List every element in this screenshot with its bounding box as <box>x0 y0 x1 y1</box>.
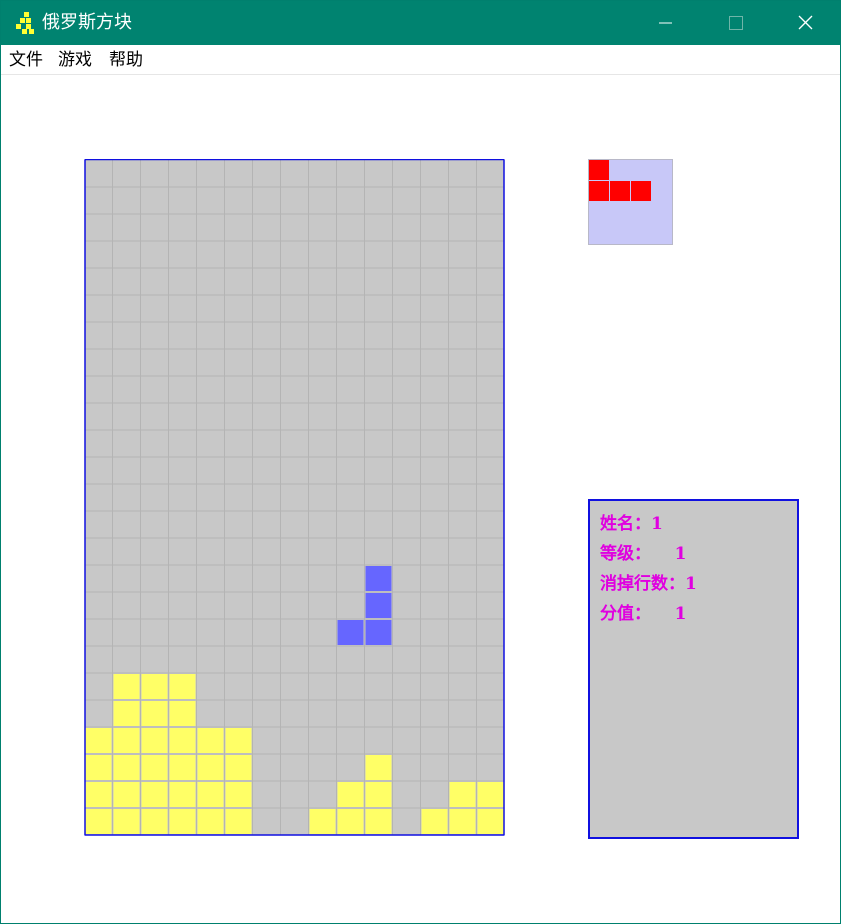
next-piece-block <box>589 160 609 180</box>
stats-panel: 姓名：1 等级： 1 消掉行数：1 分值： 1 <box>588 499 799 839</box>
stack-block <box>365 782 392 807</box>
falling-block <box>365 620 392 645</box>
stack-block <box>169 728 196 753</box>
title-bar[interactable]: 俄罗斯方块 <box>1 1 840 45</box>
stack-block <box>449 809 476 834</box>
menu-help[interactable]: 帮助 <box>109 49 143 71</box>
stat-level-label: 等级： <box>600 544 651 564</box>
stack-block <box>85 728 112 753</box>
stack-block <box>141 674 168 699</box>
stack-block <box>113 755 140 780</box>
stack-block <box>169 809 196 834</box>
close-icon <box>798 15 813 30</box>
stack-block <box>141 782 168 807</box>
stack-block <box>169 782 196 807</box>
stack-block <box>337 782 364 807</box>
stat-lines-value: 1 <box>685 574 697 594</box>
next-piece-preview <box>588 159 673 245</box>
stack-block <box>113 674 140 699</box>
stack-block <box>421 809 448 834</box>
next-piece-block <box>589 181 609 201</box>
stat-score-value: 1 <box>651 604 687 624</box>
stack-block <box>449 782 476 807</box>
stack-block <box>113 728 140 753</box>
stack-block <box>85 755 112 780</box>
stack-block <box>197 755 224 780</box>
stat-lines: 消掉行数：1 <box>600 569 697 594</box>
menu-bar: 文件 游戏 帮助 <box>1 45 840 75</box>
stack-block <box>225 782 252 807</box>
game-window: 俄罗斯方块 文件 游戏 帮助 姓名：1 等级： 1 消掉行数：1 分值： 1 <box>0 0 841 924</box>
next-piece-block <box>610 181 630 201</box>
stack-block <box>113 701 140 726</box>
close-button[interactable] <box>770 1 840 45</box>
stack-block <box>477 809 504 834</box>
stack-block <box>169 755 196 780</box>
falling-block <box>365 566 392 591</box>
stat-score: 分值： 1 <box>600 599 687 624</box>
stat-name: 姓名：1 <box>600 509 663 534</box>
stat-score-label: 分值： <box>600 604 651 624</box>
minimize-button[interactable] <box>630 1 700 45</box>
stack-block <box>225 755 252 780</box>
stack-block <box>197 782 224 807</box>
stack-block <box>225 809 252 834</box>
app-icon <box>16 12 34 34</box>
stack-block <box>197 809 224 834</box>
stat-name-label: 姓名： <box>600 514 651 534</box>
stack-block <box>169 701 196 726</box>
maximize-button[interactable] <box>700 1 770 45</box>
stack-block <box>141 809 168 834</box>
stack-block <box>365 809 392 834</box>
stack-block <box>225 728 252 753</box>
stack-block <box>309 809 336 834</box>
game-board <box>84 159 505 836</box>
stack-block <box>337 809 364 834</box>
stat-lines-label: 消掉行数： <box>600 574 685 594</box>
stack-block <box>169 674 196 699</box>
stat-name-value: 1 <box>651 514 663 534</box>
menu-file[interactable]: 文件 <box>9 49 43 71</box>
stack-block <box>113 782 140 807</box>
stack-block <box>85 809 112 834</box>
falling-block <box>337 620 364 645</box>
stat-level: 等级： 1 <box>600 539 687 564</box>
stack-block <box>113 809 140 834</box>
maximize-icon <box>729 16 743 30</box>
menu-game[interactable]: 游戏 <box>58 49 92 71</box>
next-piece-block <box>631 181 651 201</box>
window-title: 俄罗斯方块 <box>42 12 132 33</box>
falling-block <box>365 593 392 618</box>
stack-block <box>477 782 504 807</box>
stack-block <box>141 728 168 753</box>
stack-block <box>85 782 112 807</box>
stat-level-value: 1 <box>651 544 687 564</box>
stack-block <box>365 755 392 780</box>
stack-block <box>141 701 168 726</box>
stack-block <box>141 755 168 780</box>
stack-block <box>197 728 224 753</box>
minimize-icon <box>659 22 672 24</box>
